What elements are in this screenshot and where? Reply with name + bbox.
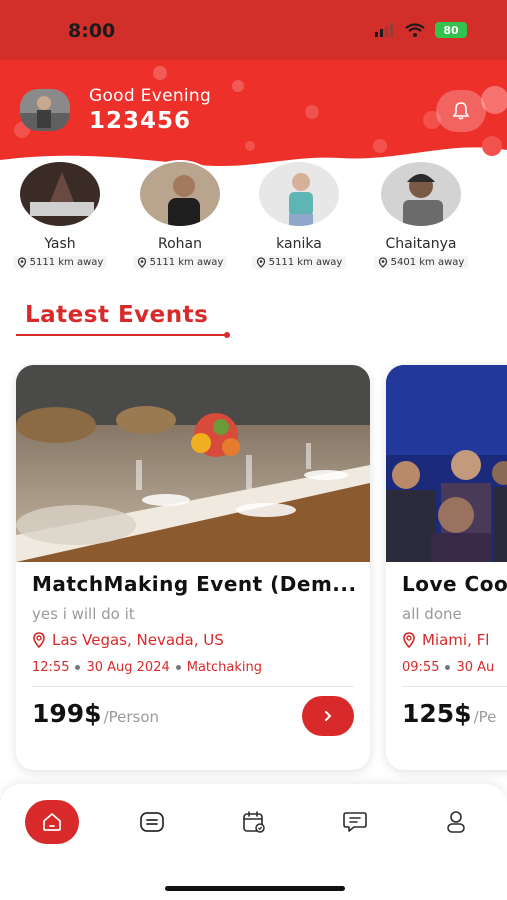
event-subtitle: all done [402,605,462,623]
person-distance-text: 5111 km away [268,257,343,268]
person-name: Yash [44,236,76,252]
person-name: kanika [276,236,322,252]
person-card[interactable]: Chaitanya 5401 km away [366,160,476,272]
notifications-button[interactable] [436,90,486,132]
event-photo [16,365,370,562]
event-location-text: Miami, Fl [422,631,490,649]
person-card[interactable]: kanika 5111 km away [244,160,354,272]
event-price-amount: 199$ [32,699,102,728]
card-divider [402,686,507,687]
separator-dot [175,665,181,670]
person-distance: 5111 km away [132,256,228,269]
nav-chat[interactable] [328,800,382,844]
section-underline-dot [224,332,230,338]
status-icons: 80 [375,22,467,38]
event-location: Miami, Fl [402,631,489,649]
home-icon [43,813,61,831]
nav-profile[interactable] [429,800,483,844]
battery-level: 80 [443,23,459,37]
person-photo [138,160,222,228]
location-pin-icon [33,632,45,648]
person-photo [379,160,463,228]
separator-dot [445,665,451,670]
person-distance-text: 5111 km away [149,257,224,268]
person-distance-text: 5401 km away [390,257,465,268]
event-meta: 09:55 30 Au [402,660,494,675]
greeting-text: Good Evening [89,86,212,106]
event-time: 09:55 [402,660,440,675]
event-photo [386,365,507,562]
bottom-nav [0,784,507,900]
location-pin-icon [17,257,26,268]
event-location-text: Las Vegas, Nevada, US [52,631,224,649]
nav-list[interactable] [125,800,179,844]
event-title: MatchMaking Event (Dem... [32,572,357,596]
user-avatar[interactable] [20,89,70,131]
wifi-icon [405,23,425,37]
event-date: 30 Au [456,660,495,675]
person-name: Chaitanya [385,236,457,252]
card-divider [32,686,354,687]
nav-calendar[interactable] [227,800,281,844]
event-price-unit: /Person [103,708,160,726]
separator-dot [75,665,81,670]
nearby-people-row: Yash 5111 km away Rohan 5111 km away kan… [0,160,507,280]
person-distance: 5111 km away [251,256,347,269]
battery-indicator: 80 [435,22,467,38]
home-indicator [165,886,345,891]
event-card[interactable]: MatchMaking Event (Dem... yes i will do … [16,365,370,770]
event-open-button[interactable] [302,696,354,736]
event-price-amount: 125$ [402,699,472,728]
event-title: Love Coo [402,572,507,596]
user-avatar-image [20,89,70,131]
section-underline [16,334,228,336]
event-price: 125$/Pe [402,699,496,728]
list-icon [140,812,164,832]
person-photo [257,160,341,228]
section-title: Latest Events [25,302,209,328]
bell-icon [452,102,470,120]
location-pin-icon [256,257,265,268]
event-subtitle: yes i will do it [32,605,135,623]
location-pin-icon [403,632,415,648]
person-card[interactable]: Rohan 5111 km away [125,160,235,272]
event-meta: 12:55 30 Aug 2024 Matchaking [32,660,262,675]
chevron-right-icon [325,711,331,721]
profile-icon [447,811,465,833]
event-price-unit: /Pe [473,708,497,726]
event-location: Las Vegas, Nevada, US [32,631,224,649]
person-card[interactable]: Yash 5111 km away [5,160,115,272]
chat-icon [343,812,367,832]
event-date: 30 Aug 2024 [86,660,170,675]
location-pin-icon [378,257,387,268]
event-card[interactable]: Love Coo all done Miami, Fl 09:55 30 Au … [386,365,507,770]
event-price: 199$/Person [32,699,159,728]
username-text: 123456 [89,108,192,134]
person-photo [18,160,102,228]
person-distance: 5401 km away [373,256,469,269]
location-pin-icon [137,257,146,268]
person-name: Rohan [158,236,202,252]
event-category: Matchaking [186,660,263,675]
event-time: 12:55 [32,660,70,675]
cellular-signal-icon [375,23,393,37]
status-time: 8:00 [68,20,116,42]
nav-home[interactable] [25,800,79,844]
person-distance: 5111 km away [12,256,108,269]
person-distance-text: 5111 km away [29,257,104,268]
calendar-icon [243,811,265,833]
